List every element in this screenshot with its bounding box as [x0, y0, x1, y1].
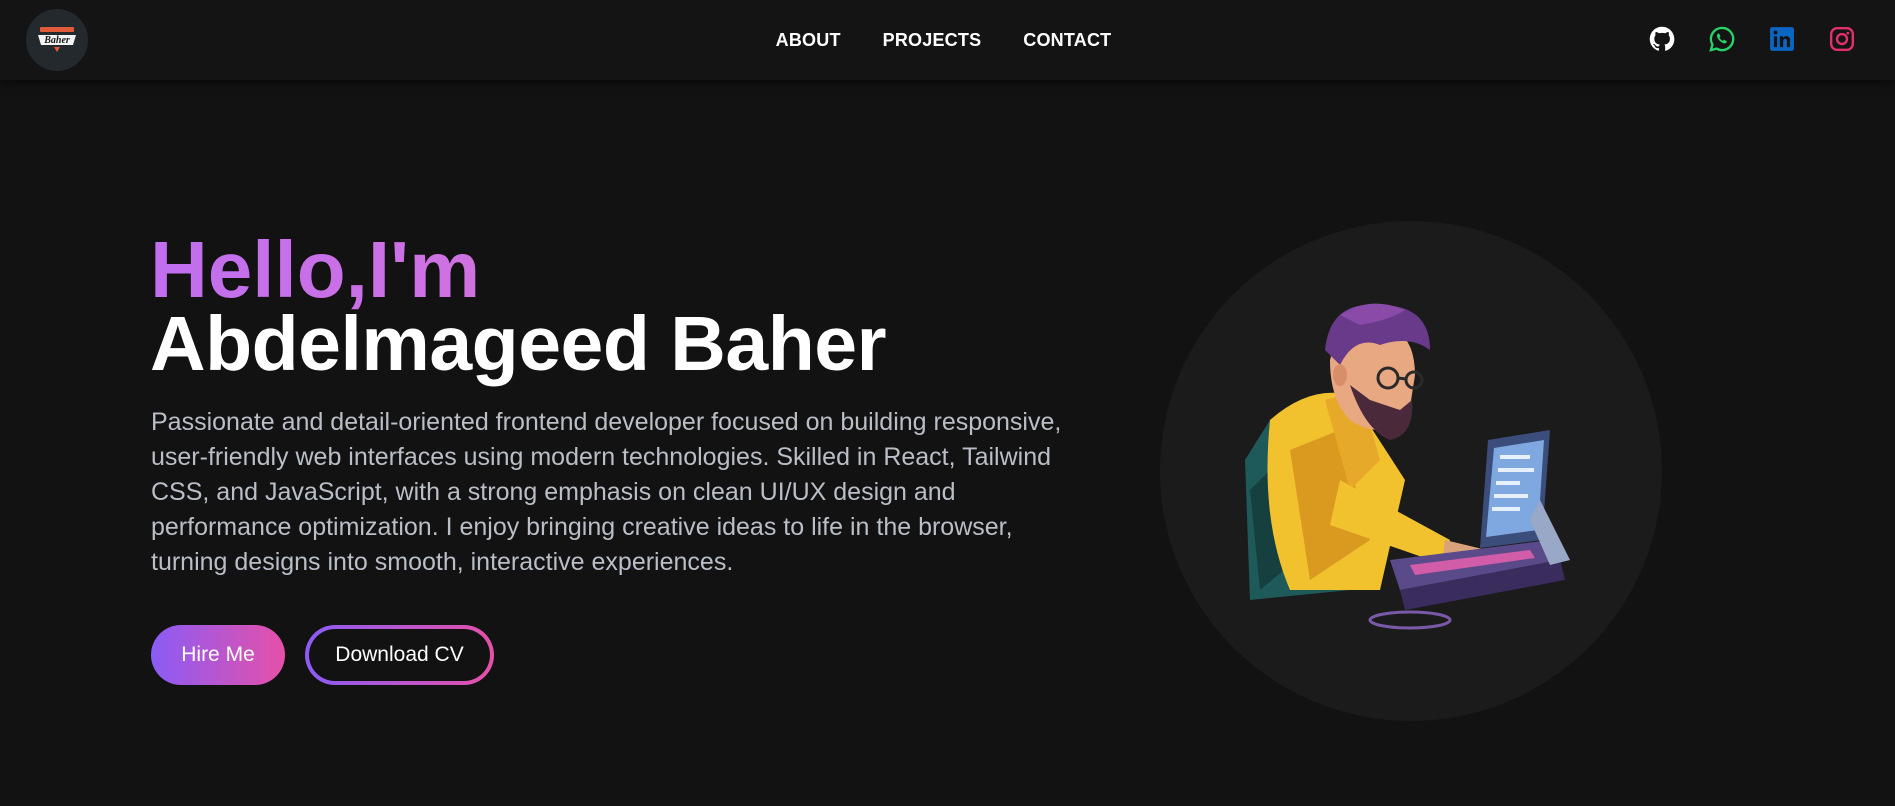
linkedin-icon[interactable] — [1767, 24, 1797, 54]
download-cv-button[interactable]: Download CV — [305, 625, 494, 685]
hero-name: Abdelmageed Baher — [150, 301, 887, 387]
hero-bio: Passionate and detail-oriented frontend … — [151, 408, 1062, 576]
instagram-icon[interactable] — [1827, 24, 1857, 54]
logo-badge-icon: Baher — [38, 27, 76, 52]
download-cv-label: Download CV — [309, 629, 490, 681]
whatsapp-icon[interactable] — [1707, 24, 1737, 54]
developer-illustration — [1245, 303, 1570, 630]
nav-contact[interactable]: CONTACT — [1023, 30, 1111, 51]
main-nav: ABOUT PROJECTS CONTACT — [0, 0, 1895, 80]
site-header: Baher ABOUT PROJECTS CONTACT — [0, 0, 1895, 80]
logo[interactable]: Baher — [26, 9, 88, 71]
logo-text: Baher — [43, 35, 70, 46]
nav-about[interactable]: ABOUT — [776, 30, 841, 51]
github-icon[interactable] — [1647, 24, 1677, 54]
hero-greeting: Hello,I'm — [150, 225, 481, 314]
social-links — [1647, 24, 1857, 54]
nav-projects[interactable]: PROJECTS — [883, 30, 982, 51]
hire-me-button[interactable]: Hire Me — [151, 625, 285, 685]
